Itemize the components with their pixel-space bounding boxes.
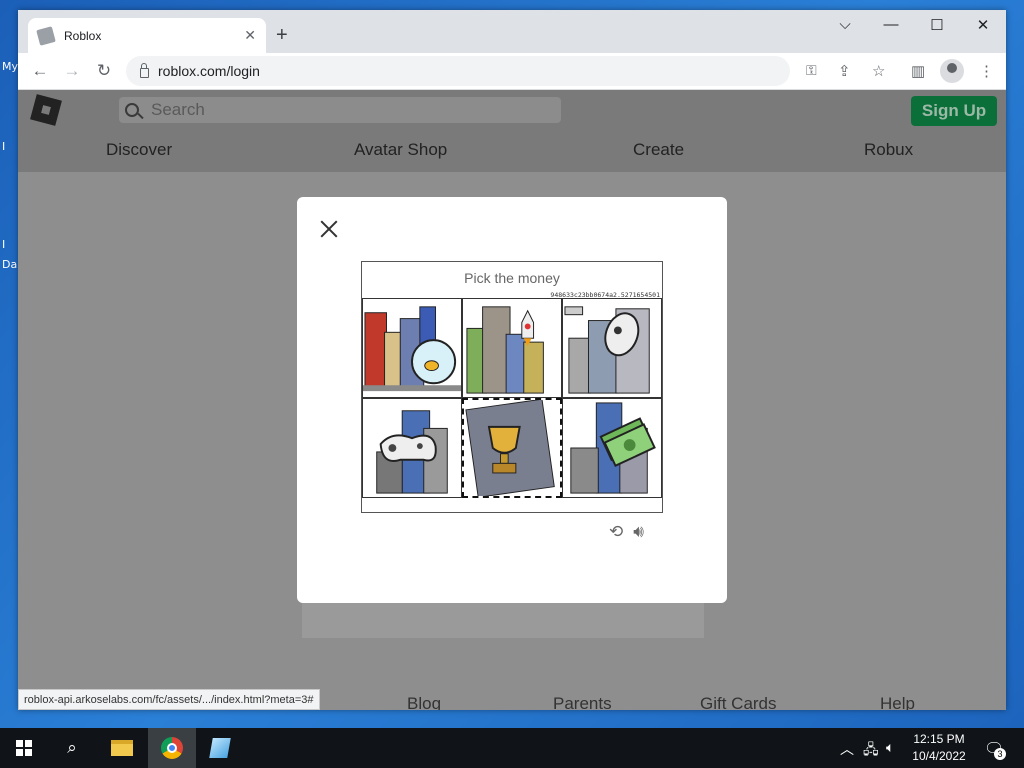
clock-time[interactable]: 12:15 PM <box>906 732 972 746</box>
maximize-button[interactable]: ☐ <box>914 16 960 34</box>
lock-icon[interactable] <box>140 63 149 78</box>
money-building-image <box>570 402 656 494</box>
minimize-button[interactable]: — <box>868 16 914 33</box>
forward-arrow-icon[interactable]: → <box>56 61 88 81</box>
roblox-search-input[interactable]: Search <box>119 97 561 123</box>
volume-icon[interactable]: 🔈︎ <box>886 739 894 756</box>
nav-robux[interactable]: Robux <box>864 140 913 160</box>
tab-roblox[interactable]: Roblox ✕ <box>28 18 266 53</box>
captcha-modal: Pick the money 948633c23bb0674a2.5271654… <box>297 197 727 603</box>
share-icon[interactable]: ⇪ <box>838 62 851 80</box>
network-icon[interactable]: 🖧︎ <box>863 739 879 763</box>
sign-up-button[interactable]: Sign Up <box>911 96 997 126</box>
address-url[interactable]: roblox.com/login <box>158 63 260 79</box>
captcha-frame: Pick the money 948633c23bb0674a2.5271654… <box>361 261 663 513</box>
menu-kebab-icon[interactable]: ⋮ <box>979 62 994 80</box>
chrome-logo <box>161 737 183 759</box>
back-arrow-icon[interactable]: ← <box>24 61 56 81</box>
address-bar[interactable]: roblox.com/login ⚿ <box>126 56 817 86</box>
rocket-building-image <box>466 306 544 394</box>
captcha-tile-gamepad[interactable] <box>362 398 462 498</box>
desktop-icon-label[interactable]: Da <box>2 258 17 271</box>
close-icon[interactable] <box>317 217 341 241</box>
roblox-header: Search Sign Up Discover Avatar Shop Crea… <box>18 90 1006 172</box>
chevron-up-icon[interactable]: ︿ <box>840 739 854 759</box>
captcha-tile-trophy[interactable] <box>462 398 562 498</box>
footer-parents[interactable]: Parents <box>553 694 612 710</box>
refresh-icon[interactable]: ⟲ <box>609 522 623 542</box>
chrome-logo-center <box>167 743 177 753</box>
desktop-icon-label[interactable]: I <box>2 140 5 153</box>
captcha-tile-fishbowl[interactable] <box>362 298 462 398</box>
app-logo <box>209 738 231 758</box>
tab-close-icon[interactable]: ✕ <box>244 27 256 44</box>
tab-title: Roblox <box>64 28 102 43</box>
clock-date[interactable]: 10/4/2022 <box>906 749 972 763</box>
close-window-button[interactable]: ✕ <box>960 16 1006 34</box>
captcha-tile-rocket[interactable] <box>462 298 562 398</box>
tab-strip: Roblox ✕ + ⌵ — ☐ ✕ <box>18 10 1006 53</box>
tab-search-dropdown-icon[interactable]: ⌵ <box>822 16 868 33</box>
nav-create[interactable]: Create <box>633 140 684 160</box>
side-panel-icon[interactable]: ▥ <box>911 62 925 80</box>
taskbar: ⌕ ︿ 🖧︎ 🔈︎ 12:15 PM 10/4/2022 🗨︎ 3 <box>0 728 1024 768</box>
footer-blog[interactable]: Blog <box>407 694 441 710</box>
search-placeholder: Search <box>151 100 205 119</box>
profile-avatar-icon[interactable] <box>940 59 964 83</box>
captcha-prompt: Pick the money <box>464 270 560 286</box>
gamepad-building-image <box>376 410 448 494</box>
footer-help[interactable]: Help <box>880 694 915 710</box>
file-explorer-icon[interactable] <box>98 728 146 768</box>
footer-gift-cards[interactable]: Gift Cards <box>700 694 777 710</box>
windows-logo-icon <box>16 740 32 756</box>
status-url-bubble: roblox-api.arkoselabs.com/fc/assets/.../… <box>18 689 320 710</box>
captcha-tile-robot[interactable] <box>562 298 662 398</box>
roblox-logo-icon[interactable] <box>30 94 62 126</box>
notification-count: 3 <box>994 748 1006 760</box>
desktop-icon-label[interactable]: My <box>2 60 18 73</box>
browser-toolbar: ← → ↻ roblox.com/login ⚿ ⇪ ☆ ▥ ⋮ <box>18 53 1006 90</box>
captcha-actions: ⟲ 🔊︎ <box>609 522 644 542</box>
robot-building-image <box>564 306 650 394</box>
captcha-grid <box>362 298 662 498</box>
nav-avatar-shop[interactable]: Avatar Shop <box>354 140 447 160</box>
search-icon <box>125 103 139 117</box>
captcha-tile-money[interactable] <box>562 398 662 498</box>
bookmark-star-icon[interactable]: ☆ <box>872 62 885 80</box>
key-icon[interactable]: ⚿ <box>806 62 817 79</box>
desktop-icon-label[interactable]: I <box>2 238 5 251</box>
fishbowl-building-image <box>363 306 461 392</box>
search-icon[interactable]: ⌕ <box>48 728 96 768</box>
new-tab-button[interactable]: + <box>276 24 288 47</box>
app-taskbar-icon[interactable] <box>196 728 244 768</box>
reload-icon[interactable]: ↻ <box>88 61 120 81</box>
trophy-building-image <box>465 400 555 496</box>
start-button[interactable] <box>0 728 48 768</box>
nav-discover[interactable]: Discover <box>106 140 172 160</box>
roblox-favicon-icon <box>36 25 56 46</box>
audio-speaker-icon[interactable]: 🔊︎ <box>633 522 644 542</box>
folder-shape <box>111 740 133 756</box>
chrome-taskbar-icon[interactable] <box>148 728 196 768</box>
